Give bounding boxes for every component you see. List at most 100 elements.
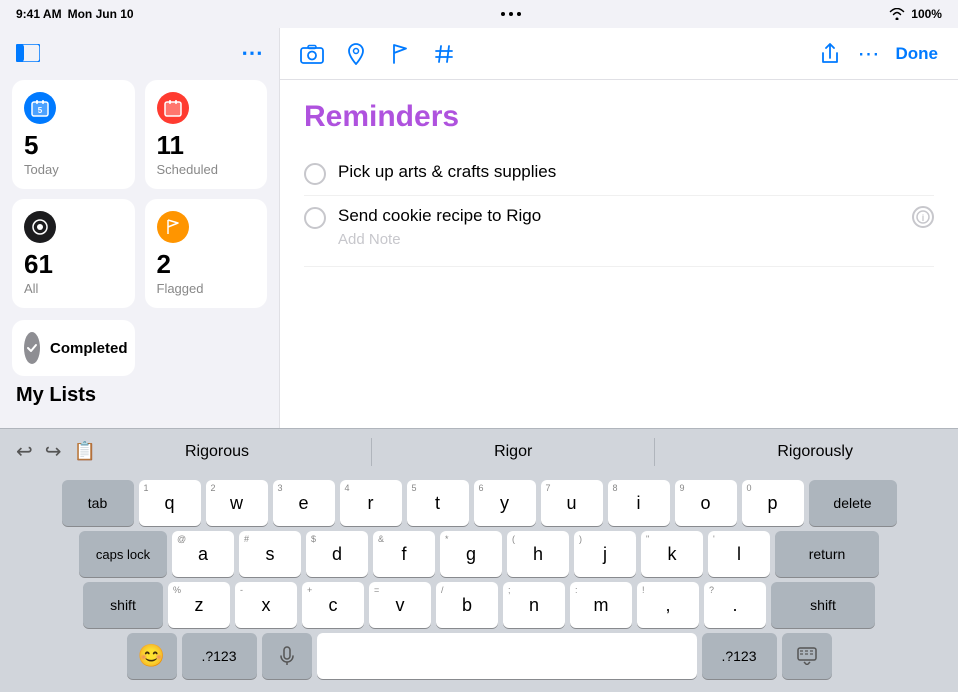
suggestion-1[interactable]: Rigorous [169, 437, 265, 467]
divider-1 [371, 438, 372, 466]
r-key[interactable]: 4r [340, 480, 402, 526]
reminder-item[interactable]: Pick up arts & crafts supplies [304, 152, 934, 196]
s-key[interactable]: #s [239, 531, 301, 577]
hashtag-icon[interactable] [432, 42, 456, 66]
all-label: All [24, 281, 123, 296]
u-key[interactable]: 7u [541, 480, 603, 526]
z-key[interactable]: %z [168, 582, 230, 628]
suggestion-3[interactable]: Rigorously [761, 437, 869, 467]
time: 9:41 AM [16, 7, 62, 21]
done-button[interactable]: Done [896, 44, 939, 64]
b-key[interactable]: /b [436, 582, 498, 628]
reminders-content: Reminders Pick up arts & crafts supplies… [280, 80, 958, 428]
x-key[interactable]: -x [235, 582, 297, 628]
paste-icon[interactable]: 📋 [74, 441, 96, 462]
q-key[interactable]: 1q [139, 480, 201, 526]
all-card[interactable]: 61 All [12, 199, 135, 308]
numbers-key-left[interactable]: .?123 [182, 633, 257, 679]
keyboard-row-3: shift %z -x +c =v /b ;n :m !, ?. shift [4, 582, 954, 628]
c-key[interactable]: +c [302, 582, 364, 628]
y-key[interactable]: 6y [474, 480, 536, 526]
divider-2 [654, 438, 655, 466]
f-key[interactable]: &f [373, 531, 435, 577]
main-content: ⋯ 5 5 Today [0, 28, 958, 428]
j-key[interactable]: )j [574, 531, 636, 577]
redo-icon[interactable]: ↪ [45, 439, 62, 464]
wifi-icon [889, 8, 905, 20]
v-key[interactable]: =v [369, 582, 431, 628]
dot2 [509, 12, 513, 16]
t-key[interactable]: 5t [407, 480, 469, 526]
space-key[interactable] [317, 633, 697, 679]
caps-lock-key[interactable]: caps lock [79, 531, 167, 577]
delete-key[interactable]: delete [809, 480, 897, 526]
keyboard-row-4: 😊 .?123 .?123 [4, 633, 954, 679]
flagged-count: 2 [157, 251, 256, 277]
w-key[interactable]: 2w [206, 480, 268, 526]
m-key[interactable]: :m [570, 582, 632, 628]
reminder-info-button[interactable]: i [912, 206, 934, 228]
numbers-key-right[interactable]: .?123 [702, 633, 777, 679]
location-icon[interactable] [344, 42, 368, 66]
g-key[interactable]: *g [440, 531, 502, 577]
status-bar-right: 100% [889, 7, 942, 21]
scheduled-card[interactable]: 11 Scheduled [145, 80, 268, 189]
toolbar-icons-left [300, 42, 456, 66]
d-key[interactable]: $d [306, 531, 368, 577]
completed-label: Completed [50, 340, 128, 357]
hide-keyboard-key[interactable] [782, 633, 832, 679]
keyboard-row-1: tab 1q 2w 3e 4r 5t 6y 7u 8i 9o 0p delete [4, 480, 954, 526]
smart-lists: 5 5 Today 11 Scheduled [12, 80, 267, 308]
shift-left-key[interactable]: shift [83, 582, 163, 628]
svg-text:i: i [922, 213, 925, 223]
question-key[interactable]: ?. [704, 582, 766, 628]
my-lists-header: My Lists [12, 376, 267, 411]
h-key[interactable]: (h [507, 531, 569, 577]
reminders-toolbar: ⋯ Done [280, 28, 958, 80]
reminder-checkbox-2[interactable] [304, 207, 326, 229]
flagged-label: Flagged [157, 281, 256, 296]
sidebar-header: ⋯ [12, 40, 267, 66]
date: Mon Jun 10 [68, 7, 134, 21]
add-note[interactable]: Add Note [338, 229, 401, 256]
today-card[interactable]: 5 5 Today [12, 80, 135, 189]
more-options-icon[interactable]: ⋯ [858, 41, 880, 67]
emoji-key[interactable]: 😊 [127, 633, 177, 679]
k-key[interactable]: "k [641, 531, 703, 577]
svg-text:5: 5 [38, 106, 43, 115]
suggestion-2[interactable]: Rigor [478, 437, 548, 467]
i-key[interactable]: 8i [608, 480, 670, 526]
camera-icon[interactable] [300, 42, 324, 66]
flagged-icon [157, 211, 189, 243]
share-icon[interactable] [818, 42, 842, 66]
sidebar-toggle-icon[interactable] [16, 44, 40, 62]
exclaim-key[interactable]: !, [637, 582, 699, 628]
a-key[interactable]: @a [172, 531, 234, 577]
tab-key[interactable]: tab [62, 480, 134, 526]
flag-icon[interactable] [388, 42, 412, 66]
reminder-checkbox-1[interactable] [304, 163, 326, 185]
undo-icon[interactable]: ↩ [16, 439, 33, 464]
status-bar-center [501, 12, 521, 16]
reminder-text-2: Send cookie recipe to Rigo [338, 206, 900, 226]
completed-card[interactable]: Completed [12, 320, 135, 376]
microphone-key[interactable] [262, 633, 312, 679]
o-key[interactable]: 9o [675, 480, 737, 526]
reminders-panel: ⋯ Done Reminders Pick up arts & crafts s… [280, 28, 958, 428]
dot1 [501, 12, 505, 16]
return-key[interactable]: return [775, 531, 879, 577]
more-button[interactable]: ⋯ [241, 40, 263, 66]
autocomplete-bar: ↩ ↪ 📋 Rigorous Rigor Rigorously [0, 428, 958, 474]
e-key[interactable]: 3e [273, 480, 335, 526]
flagged-card[interactable]: 2 Flagged [145, 199, 268, 308]
reminders-title: Reminders [304, 100, 934, 134]
dot3 [517, 12, 521, 16]
completed-icon [24, 332, 40, 364]
reminder-item-2[interactable]: Send cookie recipe to Rigo i Add Note [304, 196, 934, 267]
l-key[interactable]: 'l [708, 531, 770, 577]
shift-right-key[interactable]: shift [771, 582, 875, 628]
n-key[interactable]: ;n [503, 582, 565, 628]
p-key[interactable]: 0p [742, 480, 804, 526]
scheduled-count: 11 [157, 132, 256, 158]
today-count: 5 [24, 132, 123, 158]
